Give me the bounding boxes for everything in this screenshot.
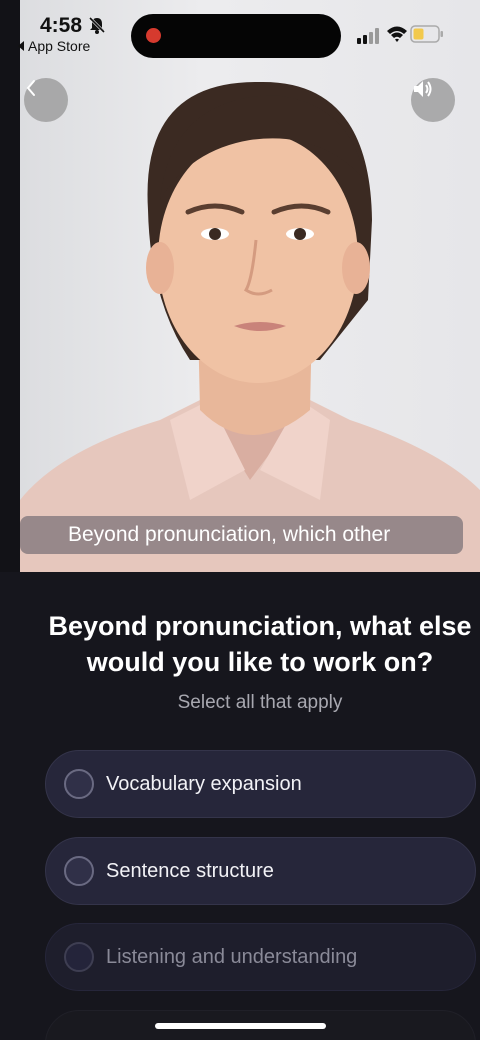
back-triangle-icon bbox=[18, 41, 24, 51]
option-listening-and-understanding[interactable]: Listening and understanding bbox=[45, 923, 476, 991]
chevron-left-icon bbox=[26, 80, 35, 96]
radio-circle-icon[interactable] bbox=[64, 856, 94, 886]
option-label: Listening and understanding bbox=[106, 945, 358, 968]
option-label: Vocabulary expansion bbox=[106, 772, 302, 795]
battery-icon bbox=[410, 25, 443, 43]
bell-slash-icon bbox=[88, 16, 106, 34]
question-title-line2: would you like to work on? bbox=[86, 647, 434, 677]
video-player[interactable] bbox=[20, 0, 480, 572]
speaker-icon bbox=[414, 81, 432, 97]
option-sentence-structure[interactable]: Sentence structure bbox=[45, 837, 476, 905]
radio-circle-icon[interactable] bbox=[64, 769, 94, 799]
left-edge-strip bbox=[0, 0, 20, 572]
option-vocabulary-expansion[interactable]: Vocabulary expansion bbox=[45, 750, 476, 818]
video-caption: Beyond pronunciation, which other bbox=[20, 516, 463, 554]
home-indicator[interactable] bbox=[155, 1023, 326, 1029]
back-app-label: App Store bbox=[28, 38, 91, 54]
question-title: Beyond pronunciation, what else would yo… bbox=[20, 608, 480, 680]
dynamic-island bbox=[131, 14, 341, 58]
status-time: 4:58 bbox=[40, 14, 83, 37]
back-to-app-link[interactable]: App Store bbox=[18, 38, 90, 54]
wifi-icon bbox=[387, 26, 407, 42]
question-title-line1: Beyond pronunciation, what else bbox=[48, 611, 472, 641]
radio-circle-icon[interactable] bbox=[64, 942, 94, 972]
question-subtitle: Select all that apply bbox=[177, 692, 343, 713]
signal-icon bbox=[357, 28, 379, 44]
recording-indicator-icon bbox=[146, 28, 161, 43]
back-button[interactable] bbox=[24, 78, 68, 122]
status-bar: 4:58 App Store bbox=[0, 0, 480, 60]
option-label: Sentence structure bbox=[106, 859, 274, 882]
sound-button[interactable] bbox=[411, 78, 455, 122]
